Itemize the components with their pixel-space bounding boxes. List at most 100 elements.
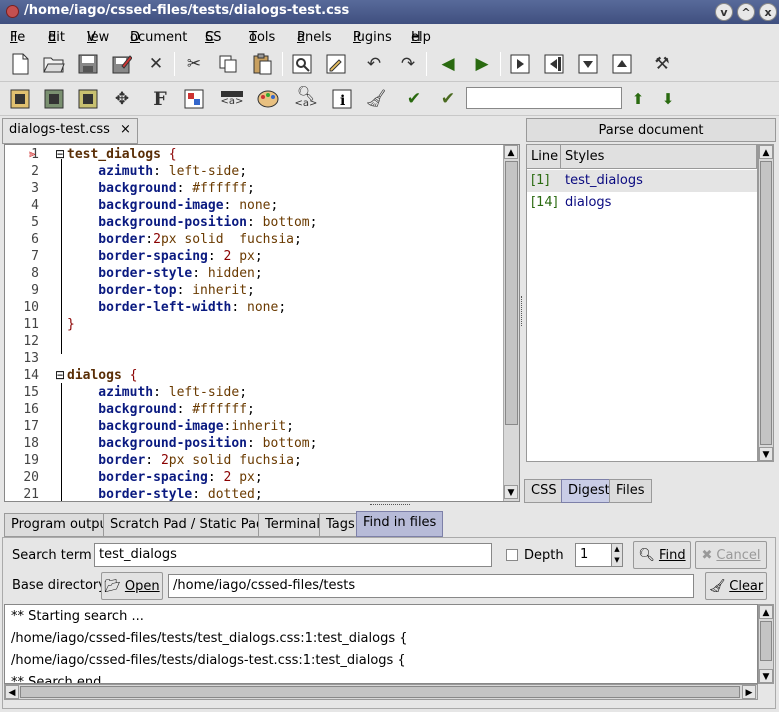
minimize-button[interactable]: v — [715, 3, 733, 21]
code-editor[interactable]: 1 ⊟ test_dialogs {2 azimuth: left-side; 3 b… — [4, 144, 520, 502]
code-line[interactable]: border-style: dotted; — [67, 487, 519, 501]
column-header-line[interactable]: Line — [527, 145, 561, 169]
code-line[interactable] — [67, 334, 519, 351]
code-line[interactable]: border-spacing: 2 px; — [67, 249, 519, 266]
code-line[interactable]: background: #ffffff; — [67, 402, 519, 419]
find-button[interactable]: 🔍︎ Find — [633, 541, 691, 569]
cancel-button[interactable]: ✖ Cancel — [695, 541, 767, 569]
result-line[interactable]: /home/iago/cssed-files/tests/dialogs-tes… — [11, 653, 406, 668]
table-vscrollbar[interactable]: ▲ ▼ — [758, 144, 774, 462]
code-line[interactable]: azimuth: left-side; — [67, 385, 519, 402]
search-results[interactable]: ** Starting search ... /home/iago/cssed-… — [4, 604, 758, 684]
search-icon[interactable] — [288, 50, 316, 78]
font-icon[interactable]: F — [146, 85, 174, 113]
code-line[interactable]: } — [67, 317, 519, 334]
close-window-button[interactable]: x — [759, 3, 777, 21]
code-line[interactable]: border-spacing: 2 px; — [67, 470, 519, 487]
code-line[interactable]: test_dialogs { — [67, 147, 519, 164]
code-line[interactable]: background-image:inherit; — [67, 419, 519, 436]
tab-css[interactable]: CSS — [524, 479, 564, 503]
scroll-right-arrow[interactable]: ▶ — [742, 685, 756, 699]
results-vscrollbar[interactable]: ▲ ▼ — [758, 604, 774, 684]
code-line[interactable]: background: #ffffff; — [67, 181, 519, 198]
table-row[interactable]: [14] dialogs — [527, 192, 757, 214]
code-line[interactable]: border-style: hidden; — [67, 266, 519, 283]
new-file-icon[interactable] — [6, 50, 34, 78]
move-icon[interactable]: ✥ — [108, 85, 136, 113]
search-down-icon[interactable]: ⬇ — [654, 85, 682, 113]
parse-document-button[interactable]: Parse document — [526, 118, 776, 142]
scroll-thumb[interactable] — [760, 161, 772, 445]
scroll-up-arrow[interactable]: ▲ — [759, 605, 773, 619]
tag-search-icon[interactable]: 🔍︎ <a> — [292, 85, 320, 113]
tab-scratch-pad[interactable]: Scratch Pad / Static Pad — [103, 513, 272, 537]
tools-icon[interactable]: ⚒ — [648, 50, 676, 78]
scroll-down-arrow[interactable]: ▼ — [759, 669, 773, 683]
tab-dialogs-test[interactable]: dialogs-test.css × — [2, 118, 138, 144]
code-line[interactable]: dialogs { — [67, 368, 519, 385]
code-line[interactable]: background-position: bottom; — [67, 215, 519, 232]
code-line[interactable]: border-top: inherit; — [67, 283, 519, 300]
save-icon[interactable] — [74, 50, 102, 78]
base-directory-input[interactable]: /home/iago/cssed-files/tests — [168, 574, 694, 598]
column-header-styles[interactable]: Styles — [561, 145, 757, 169]
code-line[interactable]: azimuth: left-side; — [67, 164, 519, 181]
show-bottom-panel-icon[interactable] — [574, 50, 602, 78]
search-input[interactable] — [466, 87, 622, 109]
cut-icon[interactable]: ✂ — [180, 50, 208, 78]
code-line[interactable]: background-image: none; — [67, 198, 519, 215]
depth-spinner[interactable]: ▲ ▼ — [611, 543, 623, 567]
validate-icon[interactable]: ✔ — [400, 85, 428, 113]
fold-toggle-icon[interactable]: ⊟ — [55, 368, 65, 382]
horizontal-splitter[interactable] — [370, 504, 410, 507]
vertical-splitter[interactable] — [521, 296, 524, 326]
code-line[interactable]: border: 2px solid fuchsia; — [67, 453, 519, 470]
tab-files[interactable]: Files — [609, 479, 652, 503]
results-hscrollbar[interactable]: ◀ ▶ — [4, 684, 758, 700]
back-arrow-icon[interactable]: ◀ — [434, 50, 462, 78]
editor-vscrollbar[interactable]: ▲ ▼ — [503, 145, 519, 501]
show-top-panel-icon[interactable] — [608, 50, 636, 78]
undo-icon[interactable]: ↶ — [360, 50, 388, 78]
clear-button[interactable]: 🧹︎ Clear — [705, 572, 767, 600]
scroll-up-arrow[interactable]: ▲ — [504, 145, 518, 159]
validate-all-icon[interactable]: ✔ — [434, 85, 462, 113]
search-term-input[interactable]: test_dialogs — [94, 543, 492, 567]
result-line[interactable]: ** Search end — [11, 675, 101, 683]
maximize-button[interactable]: ^ — [737, 3, 755, 21]
title-bar[interactable]: /home/iago/cssed-files/tests/dialogs-tes… — [0, 0, 779, 24]
search-up-icon[interactable]: ⬆ — [624, 85, 652, 113]
paste-icon[interactable] — [248, 50, 276, 78]
copy-icon[interactable] — [214, 50, 242, 78]
code-line[interactable]: border-left-width: none; — [67, 300, 519, 317]
result-line[interactable]: /home/iago/cssed-files/tests/test_dialog… — [11, 631, 408, 646]
scroll-down-arrow[interactable]: ▼ — [504, 485, 518, 499]
app-icon[interactable] — [6, 5, 19, 18]
border-box-icon[interactable] — [40, 85, 68, 113]
forward-arrow-icon[interactable]: ▶ — [468, 50, 496, 78]
scroll-left-arrow[interactable]: ◀ — [5, 685, 19, 699]
close-doc-icon[interactable]: ✕ — [142, 50, 170, 78]
code-line[interactable] — [67, 351, 519, 368]
code-line[interactable]: background-position: bottom; — [67, 436, 519, 453]
save-as-icon[interactable] — [108, 50, 136, 78]
code-line[interactable]: border:2px solid fuchsia; — [67, 232, 519, 249]
depth-input[interactable]: 1 — [575, 543, 613, 567]
redo-icon[interactable]: ↷ — [394, 50, 422, 78]
scroll-thumb[interactable] — [760, 621, 772, 661]
tag-icon[interactable]: <a> — [218, 85, 246, 113]
info-icon[interactable]: i — [328, 85, 356, 113]
image-icon[interactable] — [180, 85, 208, 113]
scroll-up-arrow[interactable]: ▲ — [759, 145, 773, 159]
next-doc-icon[interactable] — [506, 50, 534, 78]
open-folder-icon[interactable] — [40, 50, 68, 78]
open-button[interactable]: 📂︎ Open — [101, 572, 163, 600]
scroll-thumb[interactable] — [505, 161, 518, 425]
tab-find-in-files[interactable]: Find in files — [356, 511, 444, 537]
close-tab-icon[interactable]: × — [120, 122, 131, 137]
box-icon[interactable] — [6, 85, 34, 113]
scroll-thumb[interactable] — [20, 686, 740, 698]
scroll-down-arrow[interactable]: ▼ — [759, 447, 773, 461]
result-line[interactable]: ** Starting search ... — [11, 609, 144, 624]
tab-terminal[interactable]: Terminal — [258, 513, 327, 537]
